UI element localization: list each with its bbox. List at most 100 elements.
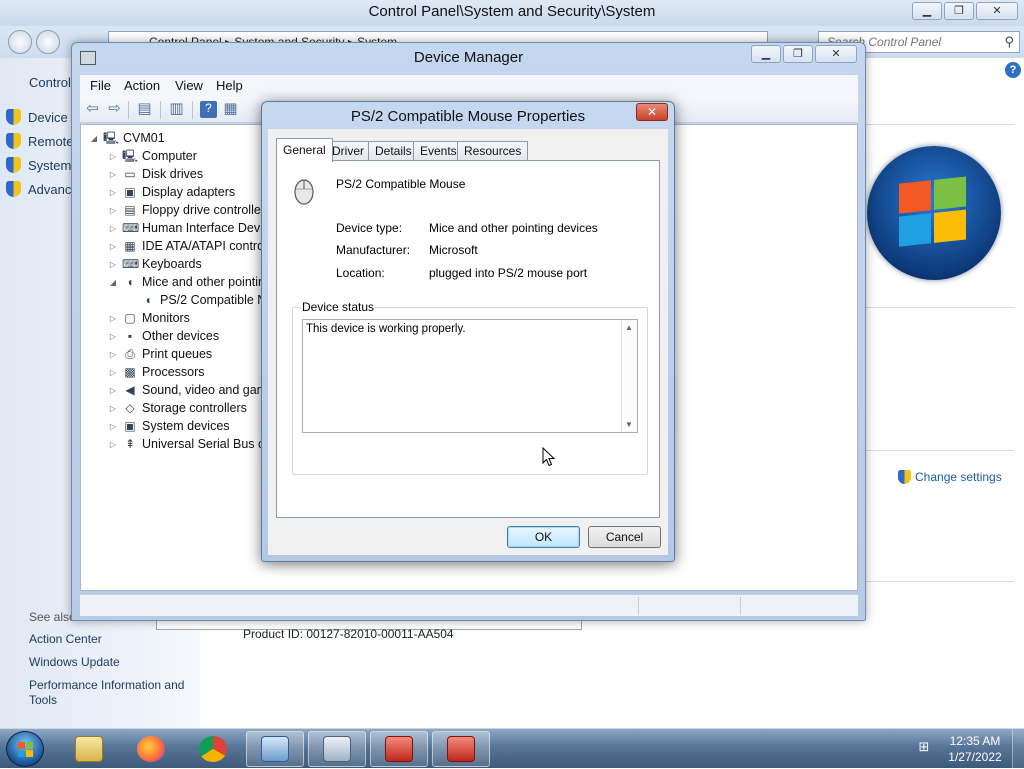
expand-arrow-icon[interactable]: ▷ bbox=[108, 260, 118, 269]
expand-arrow-icon[interactable]: ▷ bbox=[108, 314, 118, 323]
tree-item[interactable]: ▷ ◇ Storage controllers bbox=[108, 399, 247, 417]
maximize-button[interactable]: ❐ bbox=[944, 2, 974, 20]
tab-details[interactable]: Details bbox=[368, 141, 419, 161]
tree-item[interactable]: ▷ ◀ Sound, video and gam bbox=[108, 381, 267, 399]
dm-maximize-button[interactable]: ❐ bbox=[783, 45, 813, 63]
forward-arrow-icon[interactable]: ⇨ bbox=[106, 101, 123, 118]
chrome-icon bbox=[199, 736, 227, 762]
storage-controller-icon: ◇ bbox=[125, 401, 135, 415]
help-icon[interactable]: ? bbox=[1005, 62, 1021, 78]
device-name: PS/2 Compatible Mouse bbox=[336, 177, 466, 191]
expand-arrow-icon[interactable]: ▷ bbox=[108, 242, 118, 251]
computer-icon: 🖳 bbox=[103, 131, 120, 145]
tree-item[interactable]: ▷ ▩ Processors bbox=[108, 363, 205, 381]
expand-arrow-icon[interactable]: ▷ bbox=[108, 224, 118, 233]
tree-item[interactable]: ▷ ⎙ Print queues bbox=[108, 345, 212, 363]
dialog-close-button[interactable]: ✕ bbox=[636, 103, 668, 121]
expand-arrow-icon[interactable]: ▷ bbox=[108, 188, 118, 197]
cancel-button[interactable]: Cancel bbox=[588, 526, 661, 548]
status-scrollbar[interactable]: ▲ ▼ bbox=[621, 320, 637, 432]
link-windows-update[interactable]: Windows Update bbox=[29, 655, 199, 669]
expand-arrow-icon[interactable]: ▷ bbox=[108, 332, 118, 341]
task-system-protection[interactable]: System bbox=[6, 157, 71, 173]
tree-item[interactable]: ▷ ⇞ Universal Serial Bus co bbox=[108, 435, 271, 453]
product-id: Product ID: 00127-82010-00011-AA504 bbox=[243, 627, 454, 641]
menu-action[interactable]: Action bbox=[124, 78, 160, 93]
tree-item-label: Mice and other pointin bbox=[142, 275, 265, 289]
change-settings-link[interactable]: Change settings bbox=[898, 470, 1002, 484]
dm-close-button[interactable]: ✕ bbox=[815, 45, 857, 63]
ok-button[interactable]: OK bbox=[507, 526, 580, 548]
menu-view[interactable]: View bbox=[175, 78, 203, 93]
expand-arrow-icon[interactable]: ▷ bbox=[108, 422, 118, 431]
menu-file[interactable]: File bbox=[90, 78, 111, 93]
tree-item[interactable]: ▷ 🖳 Computer bbox=[108, 147, 197, 165]
control-panel-titlebar[interactable]: Control Panel\System and Security\System… bbox=[0, 0, 1024, 26]
network-tray-icon[interactable]: ⊞ bbox=[915, 739, 933, 757]
show-hide-tree-icon[interactable]: ▤ bbox=[136, 101, 153, 118]
close-button[interactable]: ✕ bbox=[976, 2, 1018, 20]
manufacturer-label: Manufacturer: bbox=[336, 243, 411, 257]
action-pane-icon[interactable]: ▦ bbox=[222, 101, 239, 118]
expand-arrow-icon[interactable]: ▷ bbox=[108, 368, 118, 377]
tree-item-label: Keyboards bbox=[142, 257, 202, 271]
scroll-down-icon[interactable]: ▼ bbox=[625, 420, 633, 429]
expand-arrow-icon[interactable]: ▷ bbox=[108, 404, 118, 413]
processor-icon: ▩ bbox=[124, 365, 136, 379]
taskbar-control-panel[interactable] bbox=[246, 731, 304, 767]
tree-item[interactable]: ▷ ▢ Monitors bbox=[108, 309, 190, 327]
tree-item-label: IDE ATA/ATAPI contro bbox=[142, 239, 265, 253]
file-explorer-icon bbox=[75, 736, 103, 762]
expand-arrow-icon[interactable]: ▷ bbox=[108, 440, 118, 449]
tree-item[interactable]: ▷ ▣ Display adapters bbox=[108, 183, 235, 201]
help-icon[interactable]: ? bbox=[200, 101, 217, 118]
tree-item[interactable]: ▷ ▤ Floppy drive controller bbox=[108, 201, 265, 219]
search-icon[interactable]: ⚲ bbox=[1004, 34, 1014, 50]
link-action-center[interactable]: Action Center bbox=[29, 632, 199, 646]
scroll-up-icon[interactable]: ▲ bbox=[625, 323, 633, 332]
back-arrow-icon[interactable]: ⇦ bbox=[84, 101, 101, 118]
device-type-label: Device type: bbox=[336, 221, 403, 235]
collapse-arrow-icon[interactable]: ◢ bbox=[108, 278, 118, 287]
task-remote-settings[interactable]: Remote bbox=[6, 133, 74, 149]
device-status-textbox[interactable]: This device is working properly. ▲ ▼ bbox=[302, 319, 638, 433]
clock[interactable]: 12:35 AM 1/27/2022 bbox=[940, 733, 1010, 765]
expand-arrow-icon[interactable]: ▷ bbox=[108, 170, 118, 179]
taskbar-toolbox-1[interactable] bbox=[370, 731, 428, 767]
forward-button[interactable] bbox=[36, 30, 60, 54]
tab-resources[interactable]: Resources bbox=[457, 141, 529, 161]
tree-root[interactable]: ◢ 🖳 CVM01 bbox=[89, 129, 165, 147]
tree-item[interactable]: ▷ ▦ IDE ATA/ATAPI contro bbox=[108, 237, 264, 255]
taskbar-device-manager[interactable] bbox=[308, 731, 366, 767]
tree-item-child[interactable]: ◖ PS/2 Compatible N bbox=[126, 291, 266, 309]
tree-item[interactable]: ▷ ⌨ Keyboards bbox=[108, 255, 202, 273]
tab-general[interactable]: General bbox=[276, 138, 333, 162]
taskbar-toolbox-2[interactable] bbox=[432, 731, 490, 767]
back-button[interactable] bbox=[8, 30, 32, 54]
dm-minimize-button[interactable]: ▁ bbox=[751, 45, 781, 63]
menu-help[interactable]: Help bbox=[216, 78, 243, 93]
tree-item[interactable]: ▷ ▣ System devices bbox=[108, 417, 230, 435]
collapse-arrow-icon[interactable]: ◢ bbox=[89, 134, 99, 143]
taskbar-firefox[interactable] bbox=[122, 731, 180, 767]
task-advanced-settings[interactable]: Advanc bbox=[6, 181, 71, 197]
start-button[interactable] bbox=[6, 731, 44, 767]
tree-item[interactable]: ▷ ▭ Disk drives bbox=[108, 165, 203, 183]
expand-arrow-icon[interactable]: ▷ bbox=[108, 386, 118, 395]
device-manager-icon bbox=[323, 736, 351, 762]
tree-item[interactable]: ◢ ◖ Mice and other pointin bbox=[108, 273, 265, 291]
link-performance-info[interactable]: Performance Information and Tools bbox=[29, 678, 199, 708]
mouse-icon: ◖ bbox=[126, 275, 134, 289]
tree-item[interactable]: ▷ ▪ Other devices bbox=[108, 327, 219, 345]
general-tab-panel: PS/2 Compatible Mouse Device type: Mice … bbox=[276, 160, 660, 518]
expand-arrow-icon[interactable]: ▷ bbox=[108, 152, 118, 161]
expand-arrow-icon[interactable]: ▷ bbox=[108, 206, 118, 215]
minimize-button[interactable]: ▁ bbox=[912, 2, 942, 20]
taskbar-chrome[interactable] bbox=[184, 731, 242, 767]
windows-flag-icon bbox=[18, 742, 34, 757]
taskbar-file-explorer[interactable] bbox=[60, 731, 118, 767]
expand-arrow-icon[interactable]: ▷ bbox=[108, 350, 118, 359]
tree-item[interactable]: ▷ ⌨ Human Interface Devic bbox=[108, 219, 269, 237]
show-desktop-button[interactable] bbox=[1012, 729, 1024, 769]
properties-icon[interactable]: ▥ bbox=[168, 101, 185, 118]
